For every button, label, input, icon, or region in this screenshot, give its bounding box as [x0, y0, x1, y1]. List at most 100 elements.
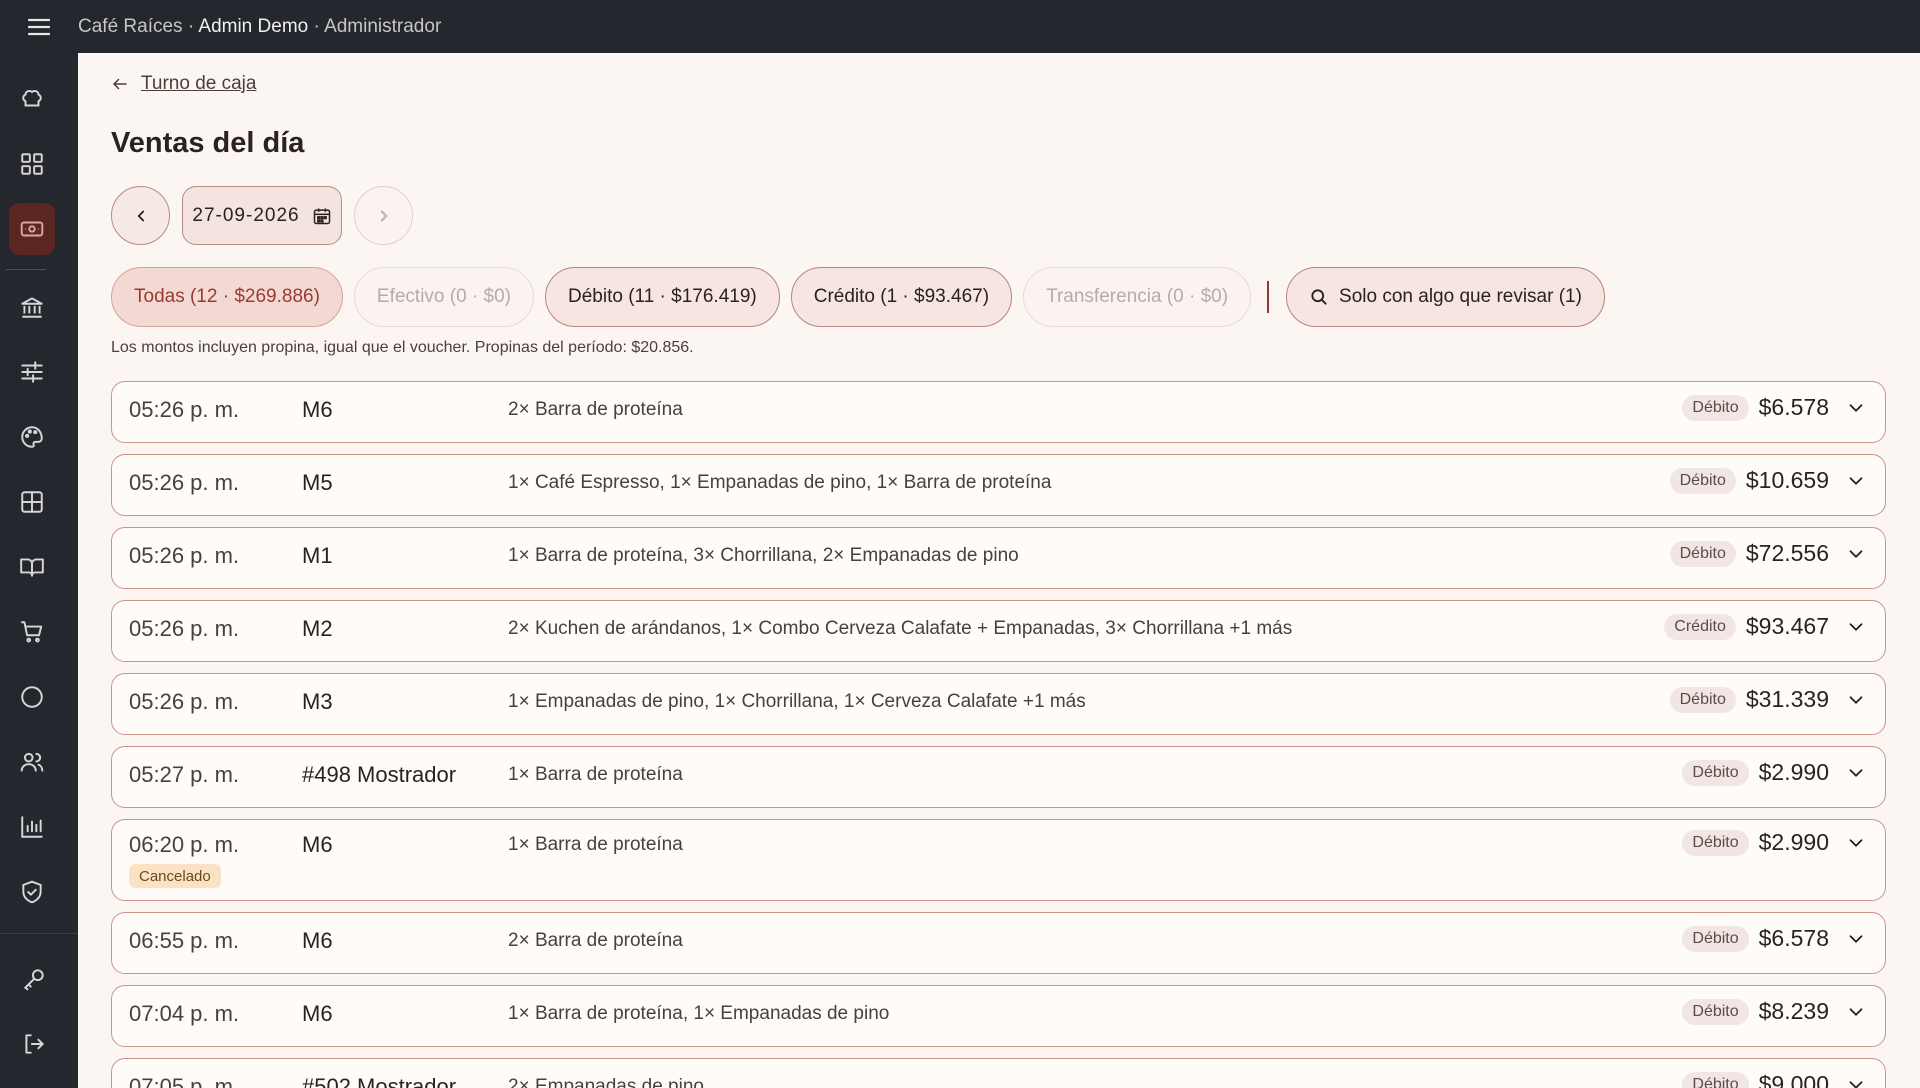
- sale-row[interactable]: 05:26 p. m. M2 2× Kuchen de arándanos, 1…: [111, 600, 1886, 662]
- sidebar-item-compras[interactable]: [9, 606, 55, 658]
- sale-row[interactable]: 06:55 p. m. M6 2× Barra de proteína Débi…: [111, 912, 1886, 974]
- palette-icon: [21, 426, 43, 448]
- payment-badge: Débito: [1682, 1071, 1749, 1088]
- sale-items: 2× Barra de proteína: [508, 399, 683, 420]
- sale-time: 05:26 p. m.: [129, 689, 240, 714]
- chevron-down-icon[interactable]: [1845, 470, 1867, 492]
- back-link[interactable]: Turno de caja: [111, 73, 256, 95]
- grid-icon: [21, 153, 43, 175]
- payment-badge: Débito: [1682, 829, 1749, 856]
- sidebar-item-reportes[interactable]: [9, 801, 55, 853]
- chevron-down-icon[interactable]: [1845, 832, 1867, 854]
- sale-table: M6: [302, 832, 333, 857]
- app-title: Café Raíces · Admin Demo · Administrador: [78, 15, 442, 37]
- sale-summary: Débito $10.659: [1669, 467, 1867, 494]
- sidebar-item-apariencia[interactable]: [9, 411, 55, 463]
- sale-summary: Débito $31.339: [1669, 686, 1867, 713]
- sale-time: 06:55 p. m.: [129, 928, 240, 953]
- sale-row[interactable]: 05:26 p. m. M6 2× Barra de proteína Débi…: [111, 381, 1886, 443]
- sale-row[interactable]: 05:26 p. m. M1 1× Barra de proteína, 3× …: [111, 527, 1886, 589]
- filter-efectivo[interactable]: Efectivo (0 · $0): [353, 267, 535, 327]
- sale-items: 1× Barra de proteína: [508, 834, 683, 855]
- sidebar-item-banco[interactable]: [9, 281, 55, 333]
- chevron-down-icon[interactable]: [1845, 689, 1867, 711]
- filter-debito[interactable]: Débito (11 · $176.419): [545, 267, 780, 327]
- tips-note: Los montos incluyen propina, igual que e…: [111, 339, 694, 356]
- sale-summary: Débito $8.239: [1682, 998, 1867, 1025]
- sidebar-item-claves[interactable]: [11, 953, 57, 1005]
- sidebar-item-usuarios[interactable]: [9, 736, 55, 788]
- payment-badge: Débito: [1682, 394, 1749, 421]
- filter-needs-review-label: Solo con algo que revisar (1): [1339, 286, 1582, 307]
- next-day-button[interactable]: [354, 186, 413, 245]
- sale-table: M6: [302, 1001, 333, 1026]
- sliders-icon: [21, 361, 43, 383]
- sidebar-item-menu[interactable]: [9, 541, 55, 593]
- payment-badge: Débito: [1682, 925, 1749, 952]
- filter-needs-review[interactable]: Solo con algo que revisar (1): [1286, 267, 1605, 327]
- chef-hat-icon: [22, 90, 42, 107]
- sale-amount: $2.990: [1758, 829, 1829, 855]
- filter-todas[interactable]: Todas (12 · $269.886): [111, 267, 343, 327]
- sidebar-item-salir[interactable]: [11, 1018, 57, 1070]
- previous-day-button[interactable]: [111, 186, 170, 245]
- sidebar-item-caja[interactable]: [9, 203, 55, 255]
- filter-credito[interactable]: Crédito (1 · $93.467): [790, 267, 1013, 327]
- sale-row[interactable]: 06:20 p. m. Cancelado M6 1× Barra de pro…: [111, 819, 1886, 901]
- sale-amount: $6.578: [1758, 925, 1829, 951]
- date-value: 27-09-2026: [192, 204, 300, 226]
- chevron-down-icon[interactable]: [1845, 397, 1867, 419]
- date-picker[interactable]: 27-09-2026: [182, 186, 342, 245]
- sale-table: M2: [302, 616, 333, 641]
- sale-time: 05:27 p. m.: [129, 762, 240, 787]
- sidebar-item-ajustes[interactable]: [9, 346, 55, 398]
- sale-time: 05:26 p. m.: [129, 470, 240, 495]
- book-icon: [20, 558, 44, 577]
- sale-amount: $31.339: [1745, 686, 1829, 712]
- sale-row[interactable]: 07:05 p. m. #502 Mostrador 2× Empanadas …: [111, 1058, 1886, 1088]
- status-badge: Cancelado: [129, 864, 221, 888]
- payment-badge: Débito: [1669, 686, 1736, 713]
- key-icon: [23, 969, 44, 991]
- sidebar-item-cocina[interactable]: [9, 73, 55, 125]
- filter-transferencia[interactable]: Transferencia (0 · $0): [1023, 267, 1252, 327]
- chevron-down-icon[interactable]: [1845, 1074, 1867, 1088]
- menu-button[interactable]: [0, 0, 78, 53]
- sidebar-separator: [0, 933, 78, 934]
- sale-amount: $93.467: [1745, 613, 1829, 639]
- payment-badge: Crédito: [1664, 613, 1736, 640]
- arrow-left-icon: [113, 78, 127, 90]
- sidebar-item-estado[interactable]: [9, 671, 55, 723]
- chevron-down-icon[interactable]: [1845, 928, 1867, 950]
- page-title: Ventas del día: [111, 127, 305, 159]
- chevron-down-icon[interactable]: [1845, 762, 1867, 784]
- sale-row[interactable]: 05:26 p. m. M3 1× Empanadas de pino, 1× …: [111, 673, 1886, 735]
- sale-table: M1: [302, 543, 333, 568]
- sale-items: 2× Empanadas de pino: [508, 1076, 704, 1088]
- chevron-right-icon: [380, 210, 387, 221]
- sale-summary: Débito $2.990: [1682, 759, 1867, 786]
- filter-divider: [1267, 281, 1270, 313]
- sale-time: 07:05 p. m.: [129, 1074, 240, 1088]
- sale-row[interactable]: 07:04 p. m. M6 1× Barra de proteína, 1× …: [111, 985, 1886, 1047]
- table-icon: [21, 491, 43, 513]
- sale-time: 07:04 p. m.: [129, 1001, 240, 1026]
- sale-summary: Débito $6.578: [1682, 394, 1867, 421]
- sale-amount: $6.578: [1758, 394, 1829, 420]
- back-link-label: Turno de caja: [141, 73, 257, 94]
- sidebar-item-dashboard[interactable]: [9, 138, 55, 190]
- date-navigator: 27-09-2026: [111, 186, 413, 245]
- chevron-down-icon[interactable]: [1845, 1001, 1867, 1023]
- sale-amount: $10.659: [1745, 467, 1829, 493]
- chevron-down-icon[interactable]: [1845, 543, 1867, 565]
- chevron-down-icon[interactable]: [1845, 616, 1867, 638]
- user-name: Admin Demo: [198, 15, 309, 37]
- chevron-left-icon: [137, 210, 144, 221]
- sale-table: M5: [302, 470, 333, 495]
- sale-row[interactable]: 05:27 p. m. #498 Mostrador 1× Barra de p…: [111, 746, 1886, 808]
- sale-row[interactable]: 05:26 p. m. M5 1× Café Espresso, 1× Empa…: [111, 454, 1886, 516]
- sale-items: 1× Barra de proteína, 1× Empanadas de pi…: [508, 1003, 890, 1024]
- sidebar-item-mesas[interactable]: [9, 476, 55, 528]
- sidebar-item-seguridad[interactable]: [9, 866, 55, 918]
- payment-badge: Débito: [1669, 467, 1736, 494]
